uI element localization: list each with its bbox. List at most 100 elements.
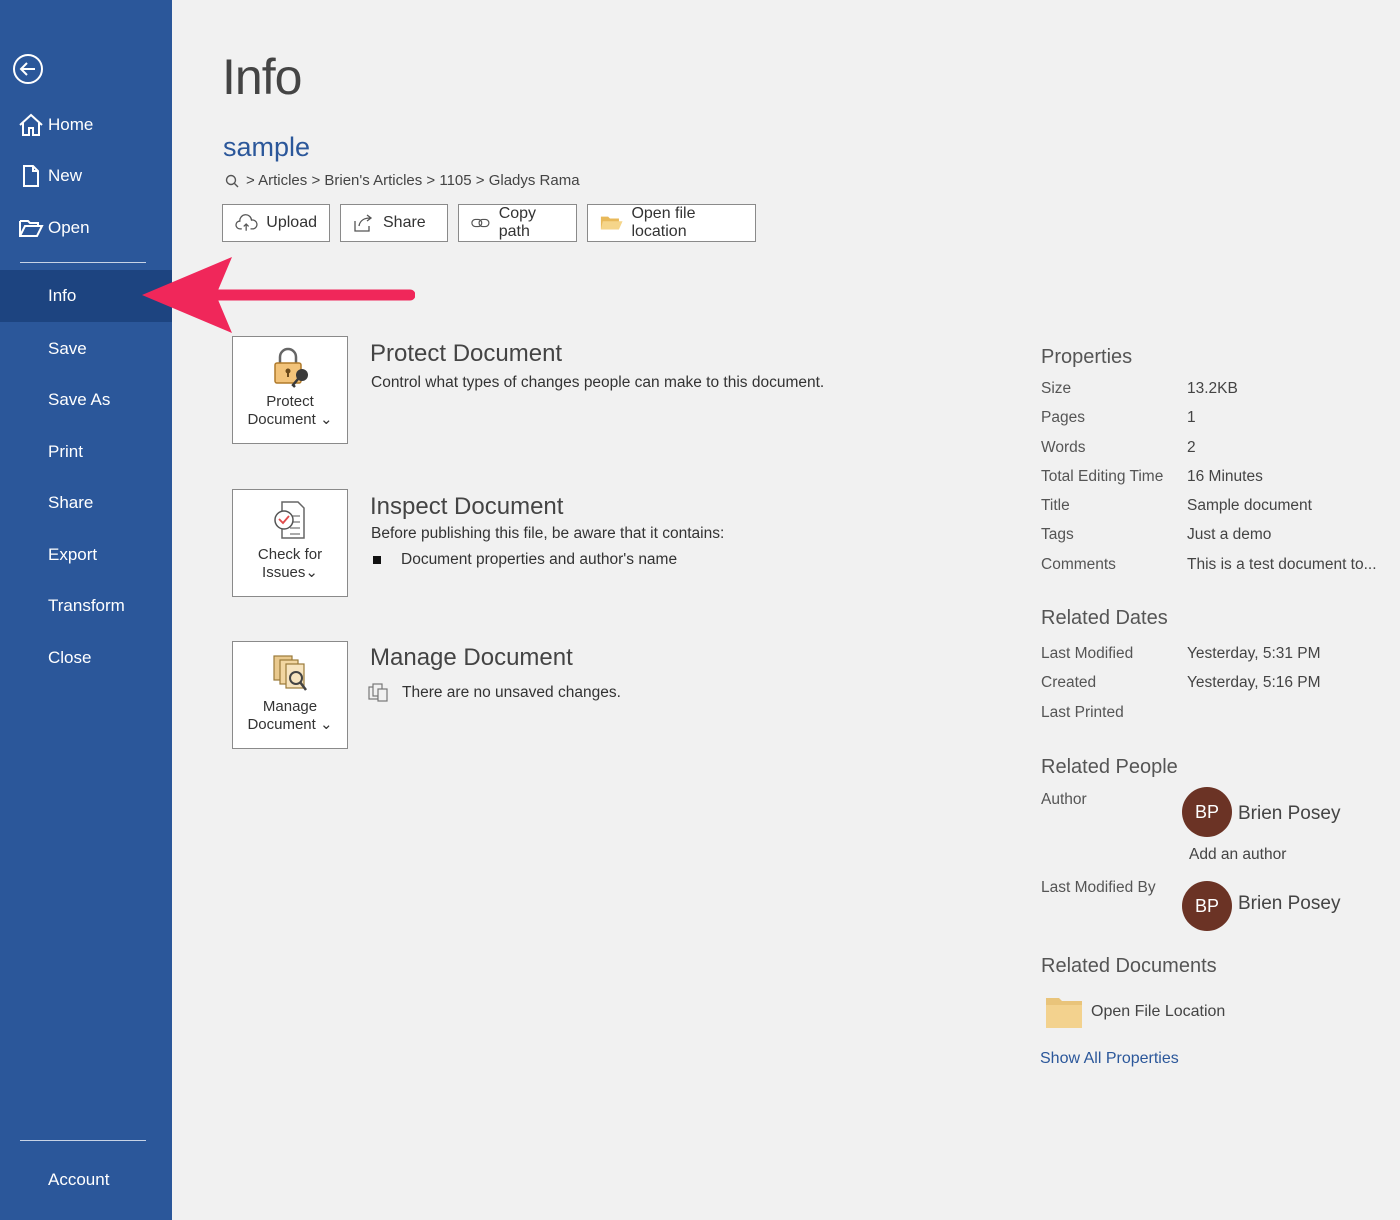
manage-document-title: Manage Document [370, 644, 573, 671]
card-label-line1: Manage [262, 698, 318, 715]
share-label: Share [383, 214, 426, 231]
protect-document-button[interactable]: Protect Document ⌄ [232, 336, 348, 444]
manage-document-icon [273, 655, 307, 691]
breadcrumb: > Articles > Brien's Articles > 1105 > G… [224, 172, 580, 189]
sidebar-item-label: New [48, 166, 83, 185]
lock-key-icon [274, 347, 308, 388]
card-label-line2: Issues⌄ [262, 564, 318, 581]
date-label-last-modified: Last Modified [1041, 645, 1134, 662]
property-label-tags: Tags [1041, 526, 1074, 543]
last-modified-by-label: Last Modified By [1041, 879, 1156, 896]
show-all-properties-link[interactable]: Show All Properties [1040, 1050, 1179, 1068]
property-value-editing-time: 16 Minutes [1187, 468, 1263, 485]
sidebar-item-home[interactable]: Home [0, 99, 172, 151]
card-label-line2: Document ⌄ [247, 411, 333, 428]
upload-label: Upload [266, 214, 317, 231]
date-label-last-printed: Last Printed [1041, 704, 1124, 721]
sidebar-item-label: Account [48, 1170, 110, 1189]
related-documents-heading: Related Documents [1041, 955, 1217, 977]
share-button[interactable]: Share [340, 204, 448, 242]
open-file-location-link[interactable]: Open File Location [1045, 995, 1225, 1029]
upload-button[interactable]: Upload [222, 204, 330, 242]
property-label-size: Size [1041, 380, 1072, 397]
inspect-document-bullet: Document properties and author's name [371, 551, 677, 569]
bullet-marker [373, 556, 381, 564]
bullet-text: Document properties and author's name [401, 551, 678, 568]
chevron-down-icon: ⌄ [319, 411, 333, 428]
property-value-size: 13.2KB [1187, 380, 1238, 397]
property-label-editing-time: Total Editing Time [1041, 468, 1164, 485]
sidebar-item-share[interactable]: Share [0, 477, 172, 529]
date-value-created: Yesterday, 5:16 PM [1187, 674, 1321, 691]
add-author-link[interactable]: Add an author [1189, 846, 1286, 864]
author-label: Author [1041, 791, 1087, 808]
card-label-line2: Document ⌄ [247, 716, 333, 733]
manage-document-description: There are no unsaved changes. [402, 684, 621, 701]
inspect-document-description: Before publishing this file, be aware th… [371, 525, 725, 542]
sidebar-item-label: Close [48, 648, 92, 667]
chevron-down-icon: ⌄ [305, 564, 318, 581]
card-label-line1: Protect [266, 393, 314, 410]
inspect-document-icon [274, 501, 305, 539]
breadcrumb-path: > Articles > Brien's Articles > 1105 > G… [246, 172, 580, 189]
properties-heading[interactable]: Properties [1041, 346, 1132, 369]
page-title: Info [222, 49, 302, 105]
sidebar-item-label: Save As [48, 390, 111, 409]
sidebar-divider [20, 1140, 146, 1141]
annotation-arrow [142, 257, 415, 333]
inspect-document-title: Inspect Document [370, 493, 564, 520]
sidebar-item-close[interactable]: Close [0, 632, 172, 684]
open-file-location-button[interactable]: Open file location [587, 204, 756, 242]
property-label-pages: Pages [1041, 409, 1085, 426]
back-button[interactable] [12, 53, 44, 85]
card-label-line1: Check for [257, 546, 323, 563]
sidebar-item-label: Save [48, 339, 87, 358]
date-label-created: Created [1041, 674, 1097, 691]
manage-document-status: There are no unsaved changes. [367, 683, 621, 703]
link-icon [471, 218, 490, 228]
sidebar-item-label: Print [48, 442, 83, 461]
cloud-upload-icon [235, 214, 258, 231]
manage-document-button[interactable]: Manage Document ⌄ [232, 641, 348, 749]
folder-icon [600, 216, 623, 230]
copy-path-label: Copy path [498, 205, 537, 240]
sidebar-item-label: Share [48, 493, 94, 512]
property-value-tags[interactable]: Just a demo [1187, 526, 1271, 544]
sidebar-item-print[interactable]: Print [0, 426, 172, 478]
sidebar-item-account[interactable]: Account [0, 1154, 172, 1206]
protect-document-description: Control what types of changes people can… [371, 374, 825, 391]
related-people-heading: Related People [1041, 756, 1178, 778]
sidebar-item-save-as[interactable]: Save As [0, 374, 172, 426]
document-name: sample [223, 132, 311, 162]
sidebar-item-transform[interactable]: Transform [0, 580, 172, 632]
date-value-last-modified: Yesterday, 5:31 PM [1187, 645, 1321, 662]
property-label-words: Words [1041, 439, 1086, 456]
share-icon [354, 214, 373, 232]
open-file-location-text: Open File Location [1091, 1003, 1226, 1020]
property-label-comments: Comments [1041, 556, 1116, 573]
sidebar-item-open[interactable]: Open [0, 202, 172, 254]
new-document-icon [18, 163, 44, 189]
property-value-comments[interactable]: This is a test document to... [1187, 556, 1377, 574]
avatar[interactable]: BP [1182, 787, 1232, 837]
open-file-location-label: Open file location [631, 205, 696, 240]
copy-path-button[interactable]: Copy path [458, 204, 577, 242]
sidebar-item-label: Home [48, 115, 94, 134]
sidebar-item-label: Open [48, 218, 90, 237]
open-folder-icon [18, 215, 44, 241]
document-versions-icon [368, 683, 388, 702]
home-icon [18, 112, 44, 138]
file-action-toolbar: Upload Share Copy path Open file locatio… [222, 204, 756, 242]
check-for-issues-button[interactable]: Check for Issues⌄ [232, 489, 348, 597]
search-icon [225, 174, 239, 187]
avatar[interactable]: BP [1182, 881, 1232, 931]
sidebar-item-new[interactable]: New [0, 150, 172, 202]
sidebar-item-export[interactable]: Export [0, 529, 172, 581]
property-value-title[interactable]: Sample document [1187, 497, 1312, 515]
last-modified-by-name[interactable]: Brien Posey [1238, 893, 1340, 915]
back-arrow-icon [13, 54, 43, 84]
property-label-title: Title [1041, 497, 1070, 514]
chevron-down-icon: ⌄ [319, 716, 333, 733]
author-name[interactable]: Brien Posey [1238, 803, 1340, 825]
folder-icon [1046, 998, 1082, 1028]
